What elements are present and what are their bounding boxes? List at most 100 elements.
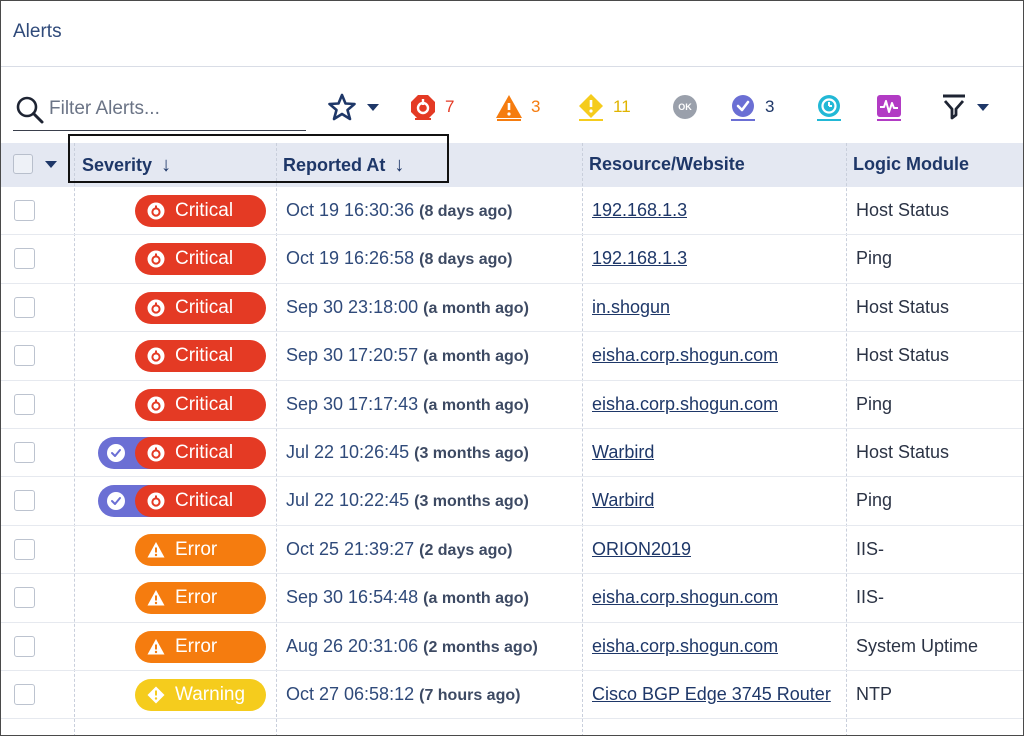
row-checkbox[interactable] <box>14 635 35 657</box>
warning-filter[interactable]: 11 <box>577 93 631 121</box>
reported-at-column-header[interactable]: Reported At ↓ <box>283 154 404 177</box>
severity-badge: Error <box>135 582 266 615</box>
warning-count: 11 <box>613 97 631 116</box>
severity-badge: Error <box>135 630 266 663</box>
reported-at-cell: Oct 25 21:39:27 (2 days ago) <box>286 539 512 560</box>
reported-at-cell: Jul 22 10:22:45 (3 months ago) <box>286 490 529 511</box>
logic-module-column-header[interactable]: Logic Module <box>853 154 969 175</box>
alerts-window: Alerts 7 <box>0 0 1024 736</box>
row-checkbox[interactable] <box>14 345 35 367</box>
severity-label: Critical <box>175 393 234 415</box>
reported-at-relative: (2 months ago) <box>423 638 538 656</box>
filter-search <box>13 91 306 131</box>
severity-label: Error <box>175 635 218 657</box>
reported-at-relative: (8 days ago) <box>419 203 513 220</box>
logic-module-cell: Host Status <box>856 345 950 366</box>
critical-filter[interactable]: 7 <box>409 93 454 121</box>
severity-icon <box>147 686 165 704</box>
resource-link[interactable]: Cisco BGP Edge 3745 Router <box>592 684 831 705</box>
table-row[interactable]: Critical Sep 30 17:20:57 (a month ago) eis… <box>1 332 1023 381</box>
scheduled-downtime-icon <box>817 95 841 121</box>
ok-filter[interactable]: OK <box>673 93 697 121</box>
ok-label: OK <box>678 102 692 112</box>
reported-at-relative: (8 days ago) <box>419 251 513 269</box>
severity-badge: Critical <box>135 437 266 469</box>
row-checkbox[interactable] <box>14 587 35 609</box>
resource-link[interactable]: 192.168.1.3 <box>592 200 687 221</box>
table-row[interactable]: Error Sep 30 16:54:48 (a month ago) eisha.… <box>1 574 1023 623</box>
row-checkbox[interactable] <box>14 442 35 463</box>
sort-desc-icon: ↓ <box>161 154 172 176</box>
severity-label: Critical <box>175 490 234 512</box>
resource-link[interactable]: eisha.corp.shogun.com <box>592 636 778 657</box>
filter-dropdown[interactable] <box>941 93 989 121</box>
row-checkbox[interactable] <box>14 393 35 415</box>
reported-at-time: Jul 22 10:26:45 <box>286 442 410 462</box>
table-row[interactable]: Critical Oct 19 16:26:58 (8 days ago) 192.… <box>1 235 1023 284</box>
reported-at-cell: Jul 22 10:26:45 (3 months ago) <box>286 442 529 463</box>
row-checkbox[interactable] <box>14 490 35 512</box>
resource-link[interactable]: eisha.corp.shogun.com <box>592 345 778 366</box>
severity-column-header[interactable]: Severity ↓ <box>82 154 171 177</box>
error-filter[interactable]: 3 <box>495 93 540 121</box>
severity-badge: Critical <box>135 485 266 518</box>
severity-icon <box>147 444 165 462</box>
select-menu-caret-icon[interactable] <box>45 161 57 168</box>
error-icon <box>496 95 522 121</box>
resource-link[interactable]: eisha.corp.shogun.com <box>592 394 778 415</box>
select-all-checkbox[interactable] <box>13 154 33 174</box>
acknowledged-check-icon <box>107 492 125 511</box>
activity-chart-icon <box>877 95 901 121</box>
row-checkbox[interactable] <box>14 538 35 560</box>
severity-label: Critical <box>175 442 234 463</box>
graph-filter[interactable] <box>875 93 903 121</box>
reported-at-relative: (a month ago) <box>423 396 529 414</box>
table-row[interactable]: Warning Oct 27 06:58:12 (7 hours ago) Cisc… <box>1 671 1023 720</box>
reported-at-time: Sep 30 17:20:57 <box>286 345 419 366</box>
table-row[interactable]: Critical Sep 30 17:17:43 (a month ago) eis… <box>1 381 1023 429</box>
resource-link[interactable]: in.shogun <box>592 297 670 318</box>
table-row[interactable]: Critical Sep 30 23:18:00 (a month ago) in.… <box>1 284 1023 333</box>
severity-badge: Critical <box>135 243 266 276</box>
row-checkbox[interactable] <box>14 248 35 270</box>
logic-module-cell: Host Status <box>856 200 950 220</box>
toolbar: 7 3 11 OK <box>1 67 1023 143</box>
chevron-down-icon <box>367 103 379 111</box>
favorites-dropdown[interactable] <box>327 93 379 121</box>
row-checkbox[interactable] <box>14 296 35 318</box>
resource-column-header[interactable]: Resource/Website <box>589 154 745 175</box>
sdt-filter[interactable] <box>815 93 843 121</box>
table-row[interactable]: Error Oct 25 21:39:27 (2 days ago) ORION20… <box>1 526 1023 575</box>
resource-link[interactable]: Warbird <box>592 442 654 463</box>
resource-link[interactable]: 192.168.1.3 <box>592 248 687 269</box>
critical-icon <box>147 444 165 462</box>
severity-label: Warning <box>175 684 246 705</box>
logic-module-cell: NTP <box>856 684 892 704</box>
chevron-down-icon <box>977 103 989 111</box>
logic-module-cell: Host Status <box>856 442 950 462</box>
row-checkbox[interactable] <box>14 684 35 705</box>
table-row[interactable]: Error Aug 26 20:31:06 (2 months ago) eisha… <box>1 623 1023 671</box>
row-checkbox[interactable] <box>14 200 35 221</box>
resource-link[interactable]: Warbird <box>592 490 654 511</box>
error-icon <box>147 541 165 558</box>
filter-alerts-input[interactable] <box>49 96 299 122</box>
title-bar: Alerts <box>1 1 1023 67</box>
reported-at-time: Oct 19 16:26:58 <box>286 248 415 269</box>
reported-at-relative: (2 days ago) <box>419 541 513 559</box>
logic-module-cell: Ping <box>856 248 893 269</box>
reported-at-relative: (3 months ago) <box>414 445 529 462</box>
severity-label: Critical <box>175 345 234 367</box>
reported-at-time: Jul 22 10:22:45 <box>286 490 410 511</box>
table-row[interactable]: Critical Jul 22 10:26:45 (3 months ago) Wa… <box>1 429 1023 478</box>
reported-at-time: Aug 26 20:31:06 <box>286 635 419 656</box>
reported-at-time: Oct 25 21:39:27 <box>286 538 415 559</box>
resource-link[interactable]: eisha.corp.shogun.com <box>592 587 778 608</box>
logic-module-cell: IIS- <box>856 538 885 559</box>
logic-module-cell: Ping <box>856 393 893 414</box>
table-row[interactable]: Critical Jul 22 10:22:45 (3 months ago) Wa… <box>1 477 1023 526</box>
table-row[interactable]: Critical Oct 19 16:30:36 (8 days ago) 192.… <box>1 187 1023 236</box>
resource-link[interactable]: ORION2019 <box>592 539 691 560</box>
acknowledged-filter[interactable]: 3 <box>729 93 774 121</box>
error-icon <box>147 638 165 655</box>
